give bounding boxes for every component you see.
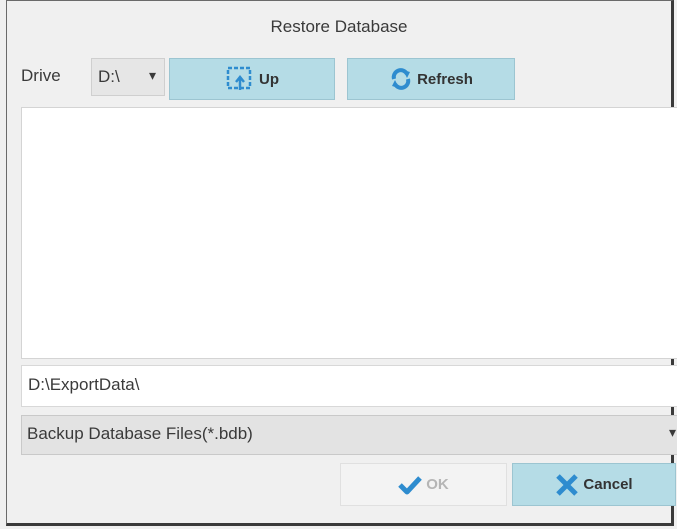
file-list[interactable]	[21, 107, 677, 359]
restore-database-dialog: Restore Database Drive D:\ ▾ Up Refresh …	[6, 0, 677, 526]
ok-button[interactable]: OK	[340, 463, 507, 506]
cancel-button[interactable]: Cancel	[512, 463, 676, 506]
drive-select-value: D:\	[98, 67, 120, 86]
refresh-icon	[389, 67, 413, 91]
path-field[interactable]: D:\ExportData\	[21, 365, 677, 407]
refresh-button-label: Refresh	[417, 70, 473, 88]
up-button-label: Up	[259, 70, 279, 88]
cancel-button-label: Cancel	[583, 476, 633, 493]
refresh-button[interactable]: Refresh	[347, 58, 515, 100]
drive-select[interactable]: D:\ ▾	[91, 58, 165, 96]
chevron-down-icon: ▾	[148, 67, 156, 83]
file-type-filter-select[interactable]: Backup Database Files(*.bdb) ▾	[21, 415, 677, 455]
file-type-filter-value: Backup Database Files(*.bdb)	[27, 424, 253, 443]
x-icon	[555, 473, 579, 497]
dialog-title: Restore Database	[270, 17, 408, 36]
drive-label: Drive	[21, 66, 61, 85]
checkmark-icon	[398, 475, 423, 495]
up-button[interactable]: Up	[169, 58, 335, 100]
chevron-down-icon: ▾	[668, 424, 676, 440]
folder-up-icon	[225, 66, 255, 92]
ok-button-label: OK	[426, 476, 449, 493]
